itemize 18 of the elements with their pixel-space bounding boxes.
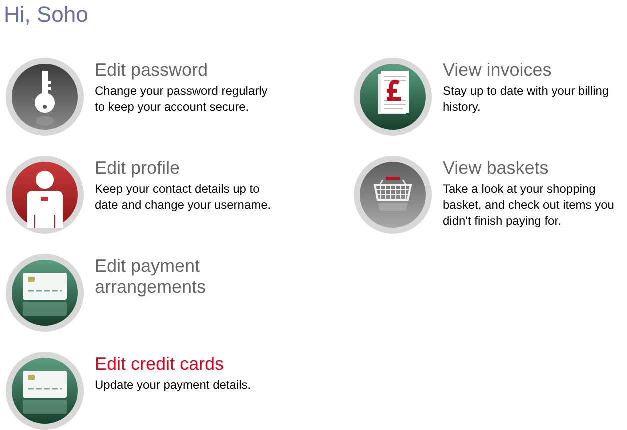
description-text: Update your payment details.: [95, 377, 252, 393]
greeting-heading: Hi, Soho: [4, 4, 90, 26]
link-title[interactable]: View baskets: [443, 158, 623, 179]
link-title[interactable]: Edit payment arrangements: [95, 256, 280, 298]
invoice-icon[interactable]: [353, 57, 433, 137]
credit-card-icon[interactable]: [5, 351, 85, 430]
person-icon[interactable]: [5, 155, 85, 235]
link-title[interactable]: Edit password: [95, 60, 280, 81]
description-text: Keep your contact details up to date and change your username.: [95, 181, 272, 213]
description-text: Stay up to date with your billing history.: [443, 83, 610, 115]
basket-icon[interactable]: [353, 155, 433, 235]
link-title[interactable]: View invoices: [443, 60, 623, 81]
link-title[interactable]: Edit credit cards: [95, 354, 280, 375]
description-text: Take a look at your shopping basket, and check out items you didn't finish paying for.: [443, 181, 616, 229]
description-text: Change your password regularly to keep your account secure.: [95, 83, 269, 115]
key-icon[interactable]: [5, 57, 85, 137]
credit-card-icon[interactable]: [5, 253, 85, 333]
link-title[interactable]: Edit profile: [95, 158, 280, 179]
